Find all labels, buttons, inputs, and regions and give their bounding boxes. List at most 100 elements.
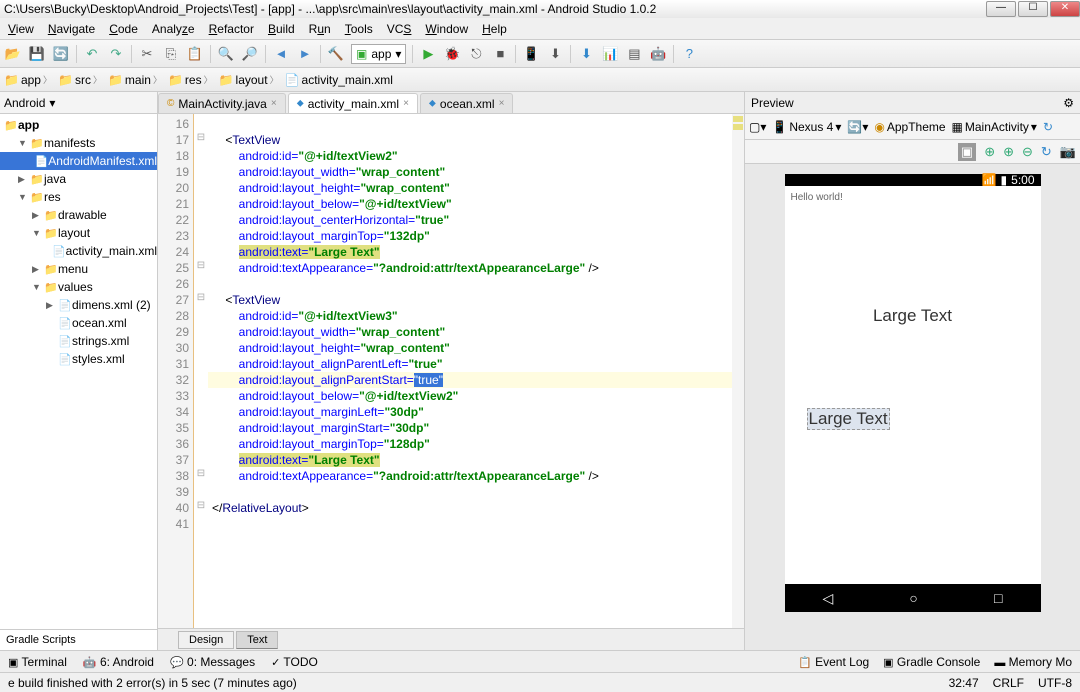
gradle-scripts[interactable]: Gradle Scripts bbox=[0, 629, 157, 650]
tree-toggle-icon[interactable]: ▶ bbox=[32, 210, 44, 221]
code-area[interactable]: <TextView android:id="@+id/textView2" an… bbox=[208, 114, 732, 628]
menu-view[interactable]: View bbox=[8, 22, 34, 36]
fold-column[interactable]: ⊟⊟⊟⊟⊟ bbox=[194, 114, 208, 628]
copy-icon[interactable]: ⎘ bbox=[162, 45, 180, 63]
close-icon[interactable]: × bbox=[403, 98, 409, 109]
tree-item[interactable]: ▼📁res bbox=[0, 188, 157, 206]
tree-toggle-icon[interactable]: ▼ bbox=[18, 192, 30, 202]
avd-icon[interactable]: 📱 bbox=[522, 45, 540, 63]
zoom-fit-icon[interactable]: ⊕ bbox=[984, 144, 995, 160]
ddms-icon[interactable]: ⬇ bbox=[577, 45, 595, 63]
event-log-tab[interactable]: 📋 Event Log bbox=[798, 655, 869, 669]
tree-item[interactable]: 📄ocean.xml bbox=[0, 314, 157, 332]
stop-icon[interactable]: ■ bbox=[491, 45, 509, 63]
home-nav-icon[interactable]: ○ bbox=[909, 590, 917, 606]
menu-run[interactable]: Run bbox=[309, 22, 331, 36]
todo-tab[interactable]: ✓ TODO bbox=[271, 655, 318, 669]
adb-icon[interactable]: ▤ bbox=[625, 45, 643, 63]
run-icon[interactable]: ▶ bbox=[419, 45, 437, 63]
editor-tab[interactable]: ⬥activity_main.xml× bbox=[288, 93, 418, 113]
breadcrumb-item[interactable]: 📁layout〉 bbox=[219, 73, 279, 87]
device-screen[interactable]: Hello world! Large Text Large Text bbox=[785, 186, 1041, 584]
select-icon[interactable]: ▣ bbox=[958, 143, 976, 161]
memory-tab[interactable]: ▬ Memory Mo bbox=[994, 655, 1072, 669]
terminal-tab[interactable]: ▣ Terminal bbox=[8, 655, 67, 669]
tree-item[interactable]: ▼📁values bbox=[0, 278, 157, 296]
tree-item[interactable]: ▶📁menu bbox=[0, 260, 157, 278]
menu-refactor[interactable]: Refactor bbox=[209, 22, 254, 36]
tree-toggle-icon[interactable]: ▼ bbox=[18, 138, 30, 148]
breadcrumb-item[interactable]: 📁app〉 bbox=[4, 73, 52, 87]
save-icon[interactable]: 💾 bbox=[28, 45, 46, 63]
zoom-in-icon[interactable]: ⊕ bbox=[1003, 144, 1014, 160]
make-icon[interactable]: 🔨 bbox=[327, 45, 345, 63]
sync-icon[interactable]: 🔄 bbox=[52, 45, 70, 63]
editor-tab[interactable]: ©MainActivity.java× bbox=[158, 93, 286, 113]
large-text-2[interactable]: Large Text bbox=[807, 408, 890, 430]
maximize-button[interactable]: ☐ bbox=[1018, 1, 1048, 17]
orientation-selector[interactable]: 🔄▾ bbox=[847, 120, 868, 134]
breadcrumb-item[interactable]: 📄activity_main.xml bbox=[285, 73, 393, 87]
find-icon[interactable]: 🔍 bbox=[217, 45, 235, 63]
tree-toggle-icon[interactable]: ▼ bbox=[32, 228, 44, 238]
menu-navigate[interactable]: Navigate bbox=[48, 22, 95, 36]
zoom-out-icon[interactable]: ⊖ bbox=[1022, 144, 1033, 160]
warning-marker[interactable] bbox=[733, 116, 743, 122]
capture-icon[interactable]: 📷 bbox=[1060, 144, 1076, 160]
tree-toggle-icon[interactable]: ▶ bbox=[32, 264, 44, 275]
warning-marker[interactable] bbox=[733, 124, 743, 130]
theme-combo[interactable]: ◉AppTheme bbox=[874, 120, 945, 134]
close-button[interactable]: ✕ bbox=[1050, 1, 1080, 17]
back-nav-icon[interactable]: ◁ bbox=[823, 590, 834, 607]
refresh-preview-icon[interactable]: ↻ bbox=[1041, 144, 1052, 160]
sidebar-header[interactable]: Android ▾ bbox=[0, 92, 157, 114]
close-icon[interactable]: × bbox=[499, 98, 505, 109]
menu-tools[interactable]: Tools bbox=[345, 22, 373, 36]
recent-nav-icon[interactable]: □ bbox=[994, 590, 1002, 606]
tree-item[interactable]: ▶📁drawable bbox=[0, 206, 157, 224]
line-separator[interactable]: CRLF bbox=[993, 676, 1024, 690]
device-selector[interactable]: ▢▾ bbox=[749, 120, 766, 134]
encoding[interactable]: UTF-8 bbox=[1038, 676, 1072, 690]
editor-tab[interactable]: ⬥ocean.xml× bbox=[420, 93, 514, 113]
gear-icon[interactable]: ⚙ bbox=[1063, 96, 1074, 110]
editor[interactable]: 1617181920212223242526272829303132333435… bbox=[158, 114, 744, 628]
tree-item[interactable]: ▼📁layout bbox=[0, 224, 157, 242]
menu-vcs[interactable]: VCS bbox=[387, 22, 412, 36]
tree-item[interactable]: 📄activity_main.xml bbox=[0, 242, 157, 260]
gradle-console-tab[interactable]: ▣ Gradle Console bbox=[883, 655, 980, 669]
sdk-icon[interactable]: ⬇ bbox=[546, 45, 564, 63]
tab-text[interactable]: Text bbox=[236, 631, 278, 649]
menu-analyze[interactable]: Analyze bbox=[152, 22, 195, 36]
undo-icon[interactable]: ↶ bbox=[83, 45, 101, 63]
tree-root[interactable]: 📁 app bbox=[0, 116, 157, 134]
debug-icon[interactable]: 🐞 bbox=[443, 45, 461, 63]
breadcrumb-item[interactable]: 📁res〉 bbox=[168, 73, 213, 87]
tree-toggle-icon[interactable]: ▶ bbox=[18, 174, 30, 185]
tab-design[interactable]: Design bbox=[178, 631, 234, 649]
minimize-button[interactable]: — bbox=[986, 1, 1016, 17]
forward-icon[interactable]: ► bbox=[296, 45, 314, 63]
caret-position[interactable]: 32:47 bbox=[949, 676, 979, 690]
back-icon[interactable]: ◄ bbox=[272, 45, 290, 63]
paste-icon[interactable]: 📋 bbox=[186, 45, 204, 63]
menu-help[interactable]: Help bbox=[482, 22, 507, 36]
attach-icon[interactable]: ⎋ bbox=[467, 45, 485, 63]
open-icon[interactable]: 📂 bbox=[4, 45, 22, 63]
tree-item[interactable]: ▶📄dimens.xml (2) bbox=[0, 296, 157, 314]
tree-toggle-icon[interactable]: ▶ bbox=[46, 300, 58, 311]
tree-item[interactable]: ▼📁manifests bbox=[0, 134, 157, 152]
tree-item[interactable]: 📄styles.xml bbox=[0, 350, 157, 368]
marker-strip[interactable] bbox=[732, 114, 744, 628]
android-tab[interactable]: 🤖 6: Android bbox=[83, 655, 154, 669]
help-icon[interactable]: ? bbox=[680, 45, 698, 63]
tree-item[interactable]: ▶📁java bbox=[0, 170, 157, 188]
tree-item[interactable]: 📄strings.xml bbox=[0, 332, 157, 350]
menu-code[interactable]: Code bbox=[109, 22, 138, 36]
replace-icon[interactable]: 🔎 bbox=[241, 45, 259, 63]
breadcrumb-item[interactable]: 📁src〉 bbox=[58, 73, 102, 87]
messages-tab[interactable]: 💬 0: Messages bbox=[170, 655, 255, 669]
tree-toggle-icon[interactable]: ▼ bbox=[32, 282, 44, 292]
menu-build[interactable]: Build bbox=[268, 22, 295, 36]
android-robot-icon[interactable]: 🤖 bbox=[649, 45, 667, 63]
